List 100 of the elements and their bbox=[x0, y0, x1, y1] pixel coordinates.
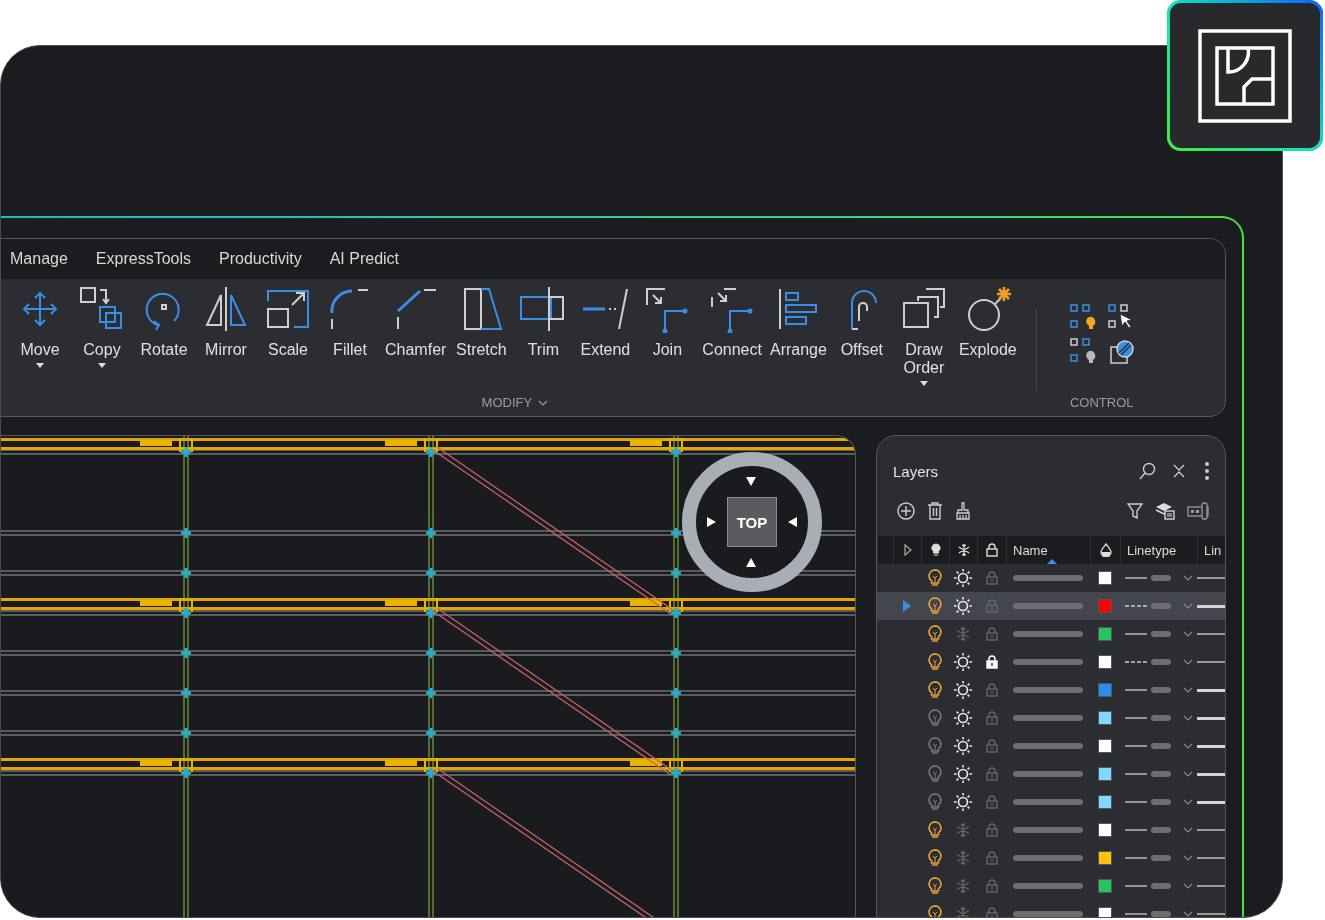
chevron-down-icon[interactable] bbox=[1182, 575, 1193, 581]
chevron-down-icon[interactable] bbox=[1182, 743, 1193, 749]
snowflake-icon[interactable] bbox=[955, 626, 971, 642]
color-swatch[interactable] bbox=[1098, 739, 1112, 753]
tool-button[interactable]: Chamfer bbox=[382, 285, 450, 395]
chevron-down-icon[interactable] bbox=[1182, 855, 1193, 861]
trash-icon[interactable] bbox=[927, 502, 943, 520]
hidden-name-bar bbox=[1013, 743, 1083, 749]
chevron-down-icon[interactable] bbox=[1182, 827, 1193, 833]
snowflake-icon[interactable] bbox=[955, 878, 971, 894]
sun-icon[interactable] bbox=[954, 709, 972, 727]
tool-button[interactable]: Stretch bbox=[451, 285, 512, 395]
chevron-down-icon[interactable] bbox=[1182, 659, 1193, 665]
up-arrow-icon[interactable] bbox=[745, 556, 757, 568]
color-swatch[interactable] bbox=[1098, 879, 1112, 893]
hidden-linetype-bar bbox=[1150, 715, 1171, 721]
bulb-icon[interactable] bbox=[928, 625, 942, 643]
add-icon[interactable] bbox=[897, 502, 915, 520]
color-swatch[interactable] bbox=[1098, 795, 1112, 809]
left-arrow-icon[interactable] bbox=[786, 516, 798, 528]
tool-button[interactable]: Draw Order bbox=[893, 285, 954, 395]
chevron-down-icon[interactable] bbox=[1182, 799, 1193, 805]
down-arrow-icon[interactable] bbox=[745, 476, 757, 488]
chevron-down-icon[interactable] bbox=[1182, 883, 1193, 889]
color-swatch[interactable] bbox=[1098, 627, 1112, 641]
chevron-down-icon[interactable] bbox=[1182, 911, 1193, 917]
layer-select-icon[interactable] bbox=[1106, 303, 1135, 331]
ribbon-tab[interactable]: Manage bbox=[10, 250, 68, 268]
color-swatch[interactable] bbox=[1098, 711, 1112, 725]
chevron-down-icon[interactable] bbox=[1182, 715, 1193, 721]
color-swatch[interactable] bbox=[1098, 851, 1112, 865]
tool-button[interactable]: Rotate bbox=[134, 285, 194, 395]
column-header[interactable]: Linetype bbox=[1120, 536, 1197, 564]
sun-icon[interactable] bbox=[954, 737, 972, 755]
ribbon-tab[interactable]: ExpressTools bbox=[95, 250, 191, 268]
chevron-down-icon[interactable] bbox=[1182, 687, 1193, 693]
sort-arrow-icon bbox=[1047, 559, 1057, 564]
tool-button[interactable]: Connect bbox=[699, 285, 765, 395]
bulb-icon[interactable] bbox=[928, 793, 942, 811]
ribbon-tab[interactable]: AI Predict bbox=[329, 250, 400, 268]
tool-button[interactable]: Offset bbox=[831, 285, 892, 395]
column-header[interactable]: Lin bbox=[1197, 536, 1225, 564]
chevron-down-icon[interactable] bbox=[1182, 603, 1193, 609]
hidden-linetype-bar bbox=[1150, 855, 1171, 861]
bulb-icon[interactable] bbox=[928, 597, 942, 615]
tool-button[interactable]: Trim bbox=[513, 285, 574, 395]
tool-button[interactable]: Copy bbox=[72, 285, 132, 395]
more-icon[interactable] bbox=[1205, 462, 1209, 480]
hidden-name-bar bbox=[1013, 771, 1083, 777]
snowflake-icon[interactable] bbox=[955, 822, 971, 838]
bulb-icon[interactable] bbox=[928, 765, 942, 783]
drop-column-icon bbox=[1099, 543, 1112, 557]
layer-bulb-on-icon[interactable] bbox=[1068, 303, 1097, 331]
tool-button[interactable]: Join bbox=[637, 285, 698, 395]
color-swatch[interactable] bbox=[1098, 599, 1112, 613]
brush-icon[interactable] bbox=[955, 502, 971, 520]
bulb-icon[interactable] bbox=[928, 849, 942, 867]
view-cube-face[interactable]: TOP bbox=[727, 497, 777, 547]
filter-icon[interactable] bbox=[1127, 503, 1143, 519]
color-swatch[interactable] bbox=[1098, 767, 1112, 781]
color-swatch[interactable] bbox=[1098, 823, 1112, 837]
color-swatch[interactable] bbox=[1098, 655, 1112, 669]
hidden-linetype-bar bbox=[1150, 883, 1171, 889]
color-swatch[interactable] bbox=[1098, 683, 1112, 697]
bulb-icon[interactable] bbox=[928, 653, 942, 671]
bulb-icon[interactable] bbox=[928, 821, 942, 839]
nav-wheel[interactable]: TOP bbox=[682, 452, 822, 592]
bulb-icon[interactable] bbox=[928, 709, 942, 727]
right-arrow-icon[interactable] bbox=[706, 516, 718, 528]
tool-button[interactable]: Explode bbox=[955, 285, 1020, 395]
bulb-icon[interactable] bbox=[928, 681, 942, 699]
bulb-icon[interactable] bbox=[928, 569, 942, 587]
lock-icon[interactable] bbox=[985, 655, 998, 669]
tool-button[interactable]: Move bbox=[10, 285, 70, 395]
layer-bulb-off-icon[interactable] bbox=[1068, 337, 1097, 365]
chevron-down-icon[interactable] bbox=[1182, 771, 1193, 777]
tool-button[interactable]: Scale bbox=[258, 285, 318, 395]
bulb-icon[interactable] bbox=[928, 737, 942, 755]
hidden-name-bar bbox=[1013, 687, 1083, 693]
color-swatch[interactable] bbox=[1098, 571, 1112, 585]
sun-icon[interactable] bbox=[954, 793, 972, 811]
snowflake-icon[interactable] bbox=[955, 850, 971, 866]
tool-button[interactable]: Fillet bbox=[320, 285, 380, 395]
column-header[interactable]: Name bbox=[1006, 536, 1090, 564]
sun-icon[interactable] bbox=[954, 681, 972, 699]
tool-button[interactable]: Mirror bbox=[196, 285, 256, 395]
layer-states-icon[interactable] bbox=[1155, 502, 1175, 520]
color-swatch[interactable] bbox=[1098, 907, 1112, 917]
search-icon[interactable] bbox=[1139, 462, 1157, 480]
sun-icon[interactable] bbox=[954, 597, 972, 615]
toggle-icon[interactable] bbox=[1187, 502, 1209, 520]
chevron-down-icon[interactable] bbox=[538, 399, 549, 406]
tool-button[interactable]: Arrange bbox=[766, 285, 830, 395]
bulb-icon[interactable] bbox=[928, 877, 942, 895]
sun-icon[interactable] bbox=[954, 569, 972, 587]
sun-icon[interactable] bbox=[954, 653, 972, 671]
tool-button[interactable]: Extend bbox=[575, 285, 636, 395]
sun-icon[interactable] bbox=[954, 765, 972, 783]
chevron-down-icon[interactable] bbox=[1182, 631, 1193, 637]
ribbon-tab[interactable]: Productivity bbox=[219, 250, 302, 268]
